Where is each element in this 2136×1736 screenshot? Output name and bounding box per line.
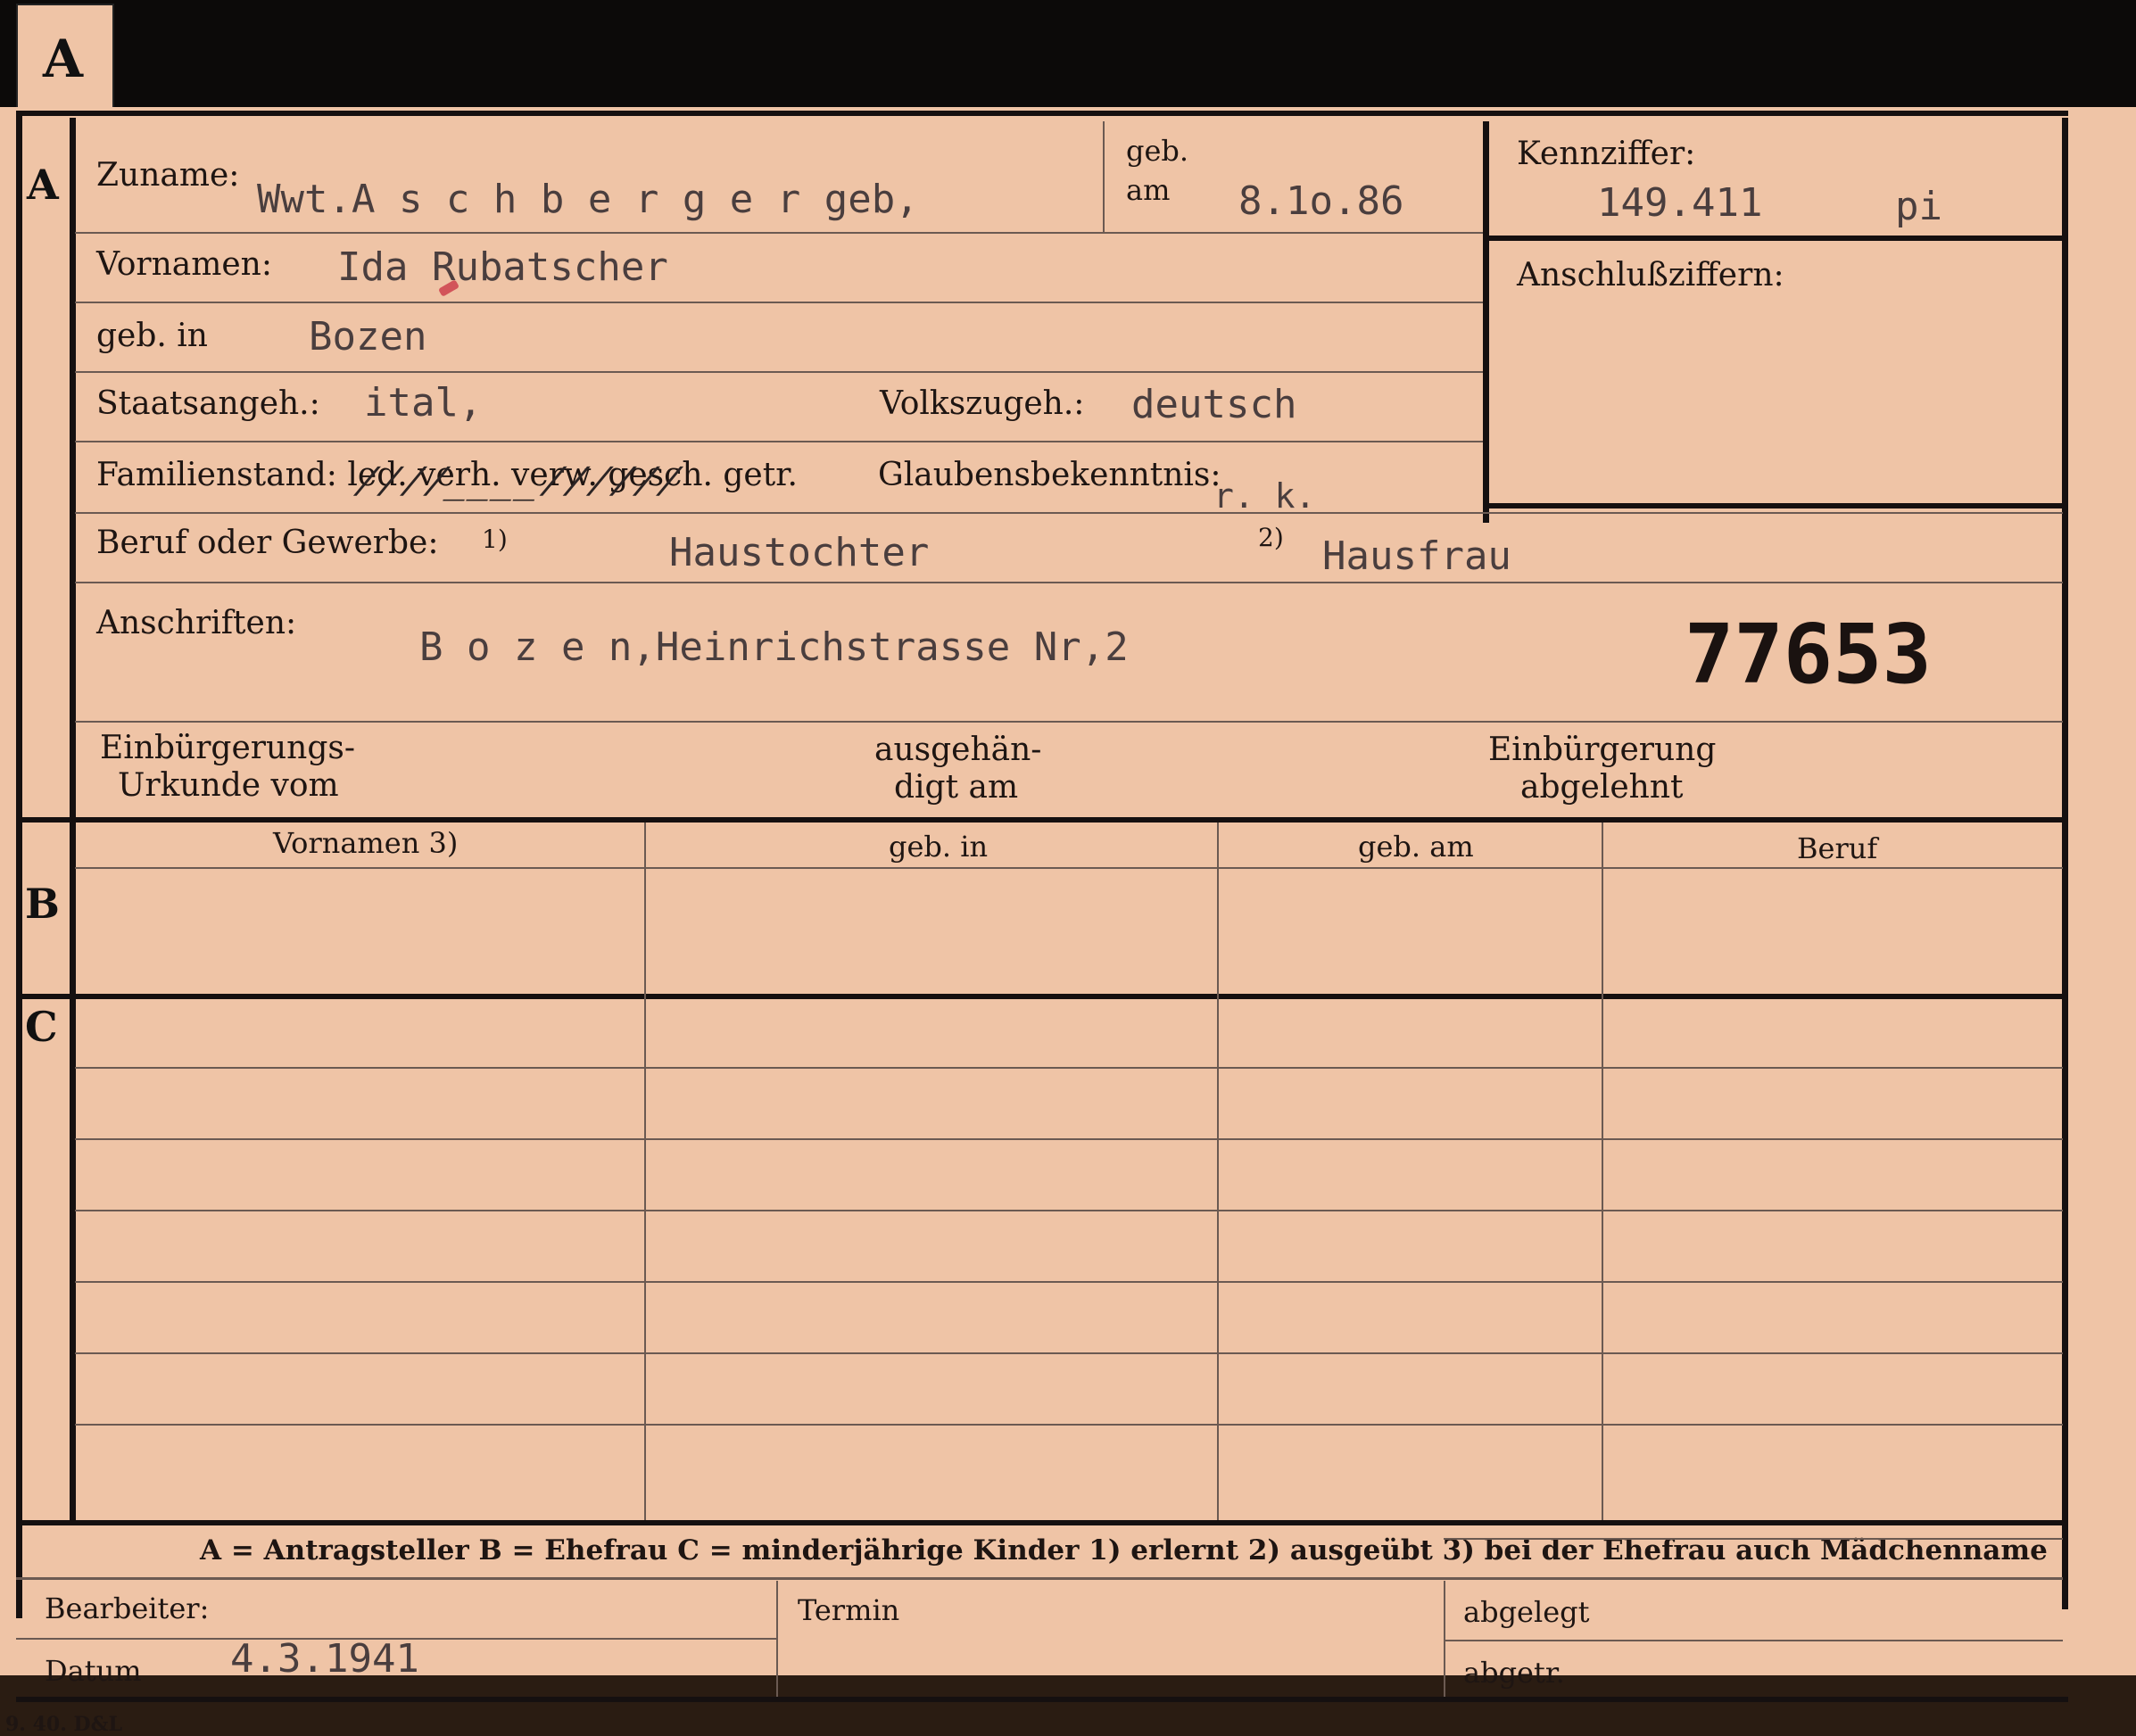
value-beruf-erlernt: Haustochter	[669, 530, 930, 575]
value-glaubensbekenntnis: r. k.	[1213, 476, 1316, 516]
value-vornamen: Ida Rubatscher	[337, 244, 668, 290]
label-termin: Termin	[798, 1593, 900, 1627]
label-abgelehnt-1: Einbürgerung	[1488, 732, 1717, 768]
section-c-top-line	[16, 994, 2063, 999]
table-header-geb-in: geb. in	[889, 830, 989, 864]
bottom-divider-2	[1444, 1581, 1445, 1697]
table-row-line	[75, 1281, 2063, 1283]
dark-background-strip	[0, 0, 2136, 116]
label-datum: Datum	[45, 1654, 142, 1688]
col-line-1	[644, 823, 646, 1522]
label-volkszugeh: Volkszugeh.:	[880, 385, 1085, 422]
section-a-divider	[70, 118, 76, 826]
col-line-3	[1602, 823, 1603, 1522]
table-header-geb-am: geb. am	[1358, 830, 1474, 864]
kennziffer-box-bottom	[1483, 503, 2063, 508]
section-b-top-line	[16, 817, 2063, 823]
label-vornamen: Vornamen:	[96, 246, 272, 283]
value-anschrift: B o z e n,Heinrichstrasse Nr,2	[419, 624, 1129, 670]
section-letter-b: B	[25, 880, 60, 928]
frame-right	[2062, 118, 2068, 1609]
stamp-number: 77653	[1685, 607, 1932, 702]
value-datum: 4.3.1941	[230, 1636, 419, 1682]
label-anschriften: Anschriften:	[96, 605, 297, 641]
table-row-line	[75, 1424, 2063, 1426]
table-row-line	[75, 1138, 2063, 1140]
value-geb-am: 8.1o.86	[1238, 178, 1404, 224]
label-abgelehnt-2: abgelehnt	[1520, 769, 1684, 806]
label-kennziffer: Kennziffer:	[1517, 136, 1696, 172]
footnote-2-marker: 2)	[1258, 523, 1284, 552]
row-line-7	[75, 721, 2063, 723]
frame-left	[16, 111, 22, 1618]
label-geb-in: geb. in	[96, 318, 208, 354]
abgelegt-line-hidden	[1444, 1538, 2063, 1540]
section-bc-divider	[70, 826, 76, 1522]
legend-top-line	[16, 1520, 2063, 1525]
index-card: A B C Zuname: Wwt.A s c h b e r g e r ge…	[0, 107, 2136, 1736]
bottom-divider-1	[776, 1581, 778, 1697]
table-header-vornamen: Vornamen 3)	[273, 826, 459, 860]
label-anschlussziffern: Anschlußziffern:	[1517, 257, 1784, 293]
value-beruf-ausgeuebt: Hausfrau	[1322, 533, 1511, 579]
section-letter-c: C	[25, 1003, 58, 1051]
label-beruf: Beruf oder Gewerbe:	[96, 525, 439, 561]
section-letter-a: A	[27, 161, 59, 209]
label-abgelegt: abgelegt	[1463, 1595, 1590, 1629]
row-line-3	[75, 371, 1483, 373]
value-staatsangeh: ital,	[364, 380, 483, 426]
familienstand-strikes: ////____//////	[349, 460, 691, 501]
value-kennziffer-suffix: pi	[1895, 184, 1942, 229]
label-einbuergerung-2: Urkunde vom	[118, 767, 339, 804]
frame-top	[16, 111, 2068, 116]
abgelegt-line	[1444, 1640, 2063, 1641]
label-bearbeiter: Bearbeiter:	[45, 1591, 210, 1625]
label-einbuergerung-1: Einbürgerungs-	[100, 730, 356, 766]
label-ausgehaendigt-2: digt am	[894, 769, 1019, 806]
table-header-line	[75, 867, 2063, 869]
label-zuname: Zuname:	[96, 157, 240, 194]
table-row-line	[75, 1067, 2063, 1069]
label-staatsangeh: Staatsangeh.:	[96, 385, 320, 422]
table-row-line	[75, 1210, 2063, 1211]
value-kennziffer: 149.411	[1597, 180, 1763, 226]
card-tab: A	[16, 4, 114, 112]
label-glaubensbekenntnis: Glaubensbekenntnis:	[878, 457, 1221, 493]
label-ausgehaendigt-1: ausgehän-	[874, 732, 1042, 768]
value-zuname: Wwt.A s c h b e r g e r geb,	[257, 177, 919, 222]
kennziffer-box-left	[1483, 121, 1489, 523]
frame-bottom	[16, 1697, 2068, 1702]
value-volkszugeh: deutsch	[1131, 382, 1297, 427]
tab-letter: A	[43, 29, 84, 89]
row-line-6	[75, 582, 2063, 583]
row-line-1	[75, 232, 1483, 234]
label-am: am	[1126, 173, 1171, 207]
col-line-2	[1217, 823, 1219, 1522]
row-line-5	[75, 512, 2063, 514]
print-code: 9. 40. D&L	[5, 1713, 122, 1736]
label-geb: geb.	[1126, 134, 1189, 168]
row-line-2	[75, 302, 1483, 303]
divider-geb	[1103, 121, 1105, 232]
row-line-4	[75, 441, 1483, 442]
table-row-line	[75, 1352, 2063, 1354]
value-geb-in: Bozen	[309, 314, 427, 360]
table-header-beruf: Beruf	[1797, 831, 1878, 865]
legend-bottom-line	[16, 1577, 2063, 1580]
label-abgetr: abgetr.	[1463, 1656, 1565, 1690]
footnote-1-marker: 1)	[482, 525, 508, 554]
kennziffer-box-mid	[1483, 236, 2063, 241]
